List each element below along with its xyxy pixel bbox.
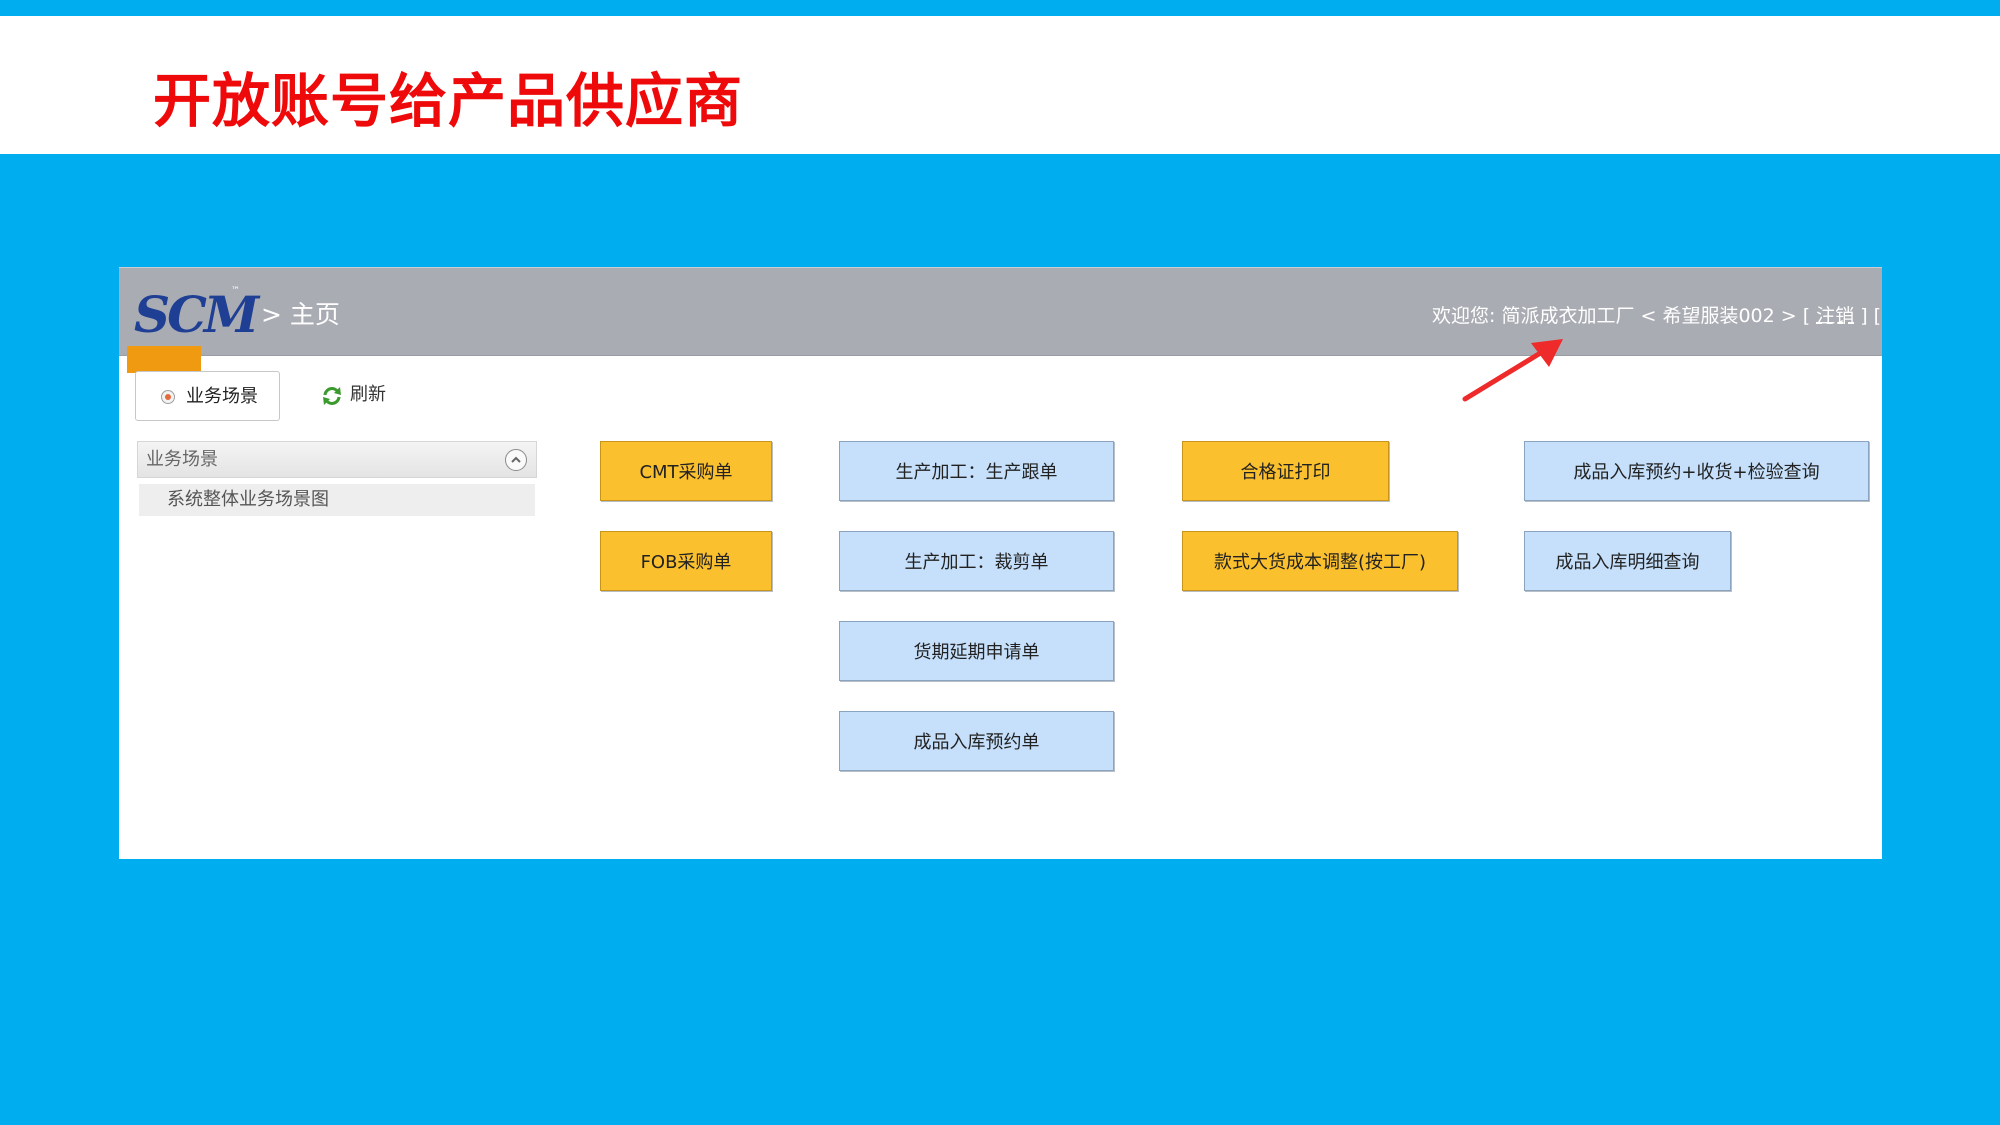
welcome-suffix[interactable]: ] [ 更 [1854, 305, 1882, 327]
app-header: SCM ™ > 主页 欢迎您: 简派成衣加工厂 < 希望服装002 > [ 注销… [119, 267, 1882, 373]
welcome-bar: 欢迎您: 简派成衣加工厂 < 希望服装002 > [ 注销 ] [ 更 [1432, 304, 1882, 328]
logo-accent [127, 346, 201, 373]
fob-purchase-button[interactable]: FOB采购单 [600, 531, 772, 591]
welcome-text: 欢迎您: 简派成衣加工厂 < 希望服装002 > [ [1432, 305, 1817, 327]
tab-business-scene-label: 业务场景 [186, 386, 258, 407]
sidebar-item-label: 系统整体业务场景图 [167, 489, 329, 510]
top-stripe [0, 0, 2000, 16]
breadcrumb[interactable]: > 主页 [261, 300, 340, 330]
app-window: SCM ™ > 主页 欢迎您: 简派成衣加工厂 < 希望服装002 > [ 注销… [119, 267, 1882, 859]
production-cutting-button[interactable]: 生产加工：裁剪单 [839, 531, 1114, 591]
reservation-receiving-inspection-button[interactable]: 成品入库预约+收货+检验查询 [1524, 441, 1869, 501]
sidebar-header[interactable]: 业务场景 [137, 441, 537, 478]
delivery-extension-button[interactable]: 货期延期申请单 [839, 621, 1114, 681]
refresh-label: 刷新 [350, 384, 386, 405]
logout-link[interactable]: 注销 [1816, 305, 1854, 327]
finished-reservation-button[interactable]: 成品入库预约单 [839, 711, 1114, 771]
cmt-purchase-button[interactable]: CMT采购单 [600, 441, 772, 501]
tab-business-scene[interactable]: 业务场景 [135, 371, 280, 421]
production-tracking-button[interactable]: 生产加工：生产跟单 [839, 441, 1114, 501]
radio-selected-icon [161, 390, 175, 404]
certificate-print-button[interactable]: 合格证打印 [1182, 441, 1389, 501]
slide-title: 开放账号给产品供应商 [153, 67, 744, 135]
title-band: 开放账号给产品供应商 [0, 16, 2000, 154]
scm-logo[interactable]: SCM ™ [127, 286, 259, 373]
sidebar-item-overall-scene[interactable]: 系统整体业务场景图 [139, 484, 535, 516]
refresh-icon [323, 387, 341, 405]
sidebar-header-label: 业务场景 [146, 449, 218, 470]
chevron-up-icon[interactable] [505, 449, 527, 471]
logo-trademark: ™ [231, 286, 240, 296]
red-arrow-icon [1462, 339, 1563, 402]
style-cost-adjust-button[interactable]: 款式大货成本调整(按工厂) [1182, 531, 1458, 591]
warehouse-detail-query-button[interactable]: 成品入库明细查询 [1524, 531, 1731, 591]
